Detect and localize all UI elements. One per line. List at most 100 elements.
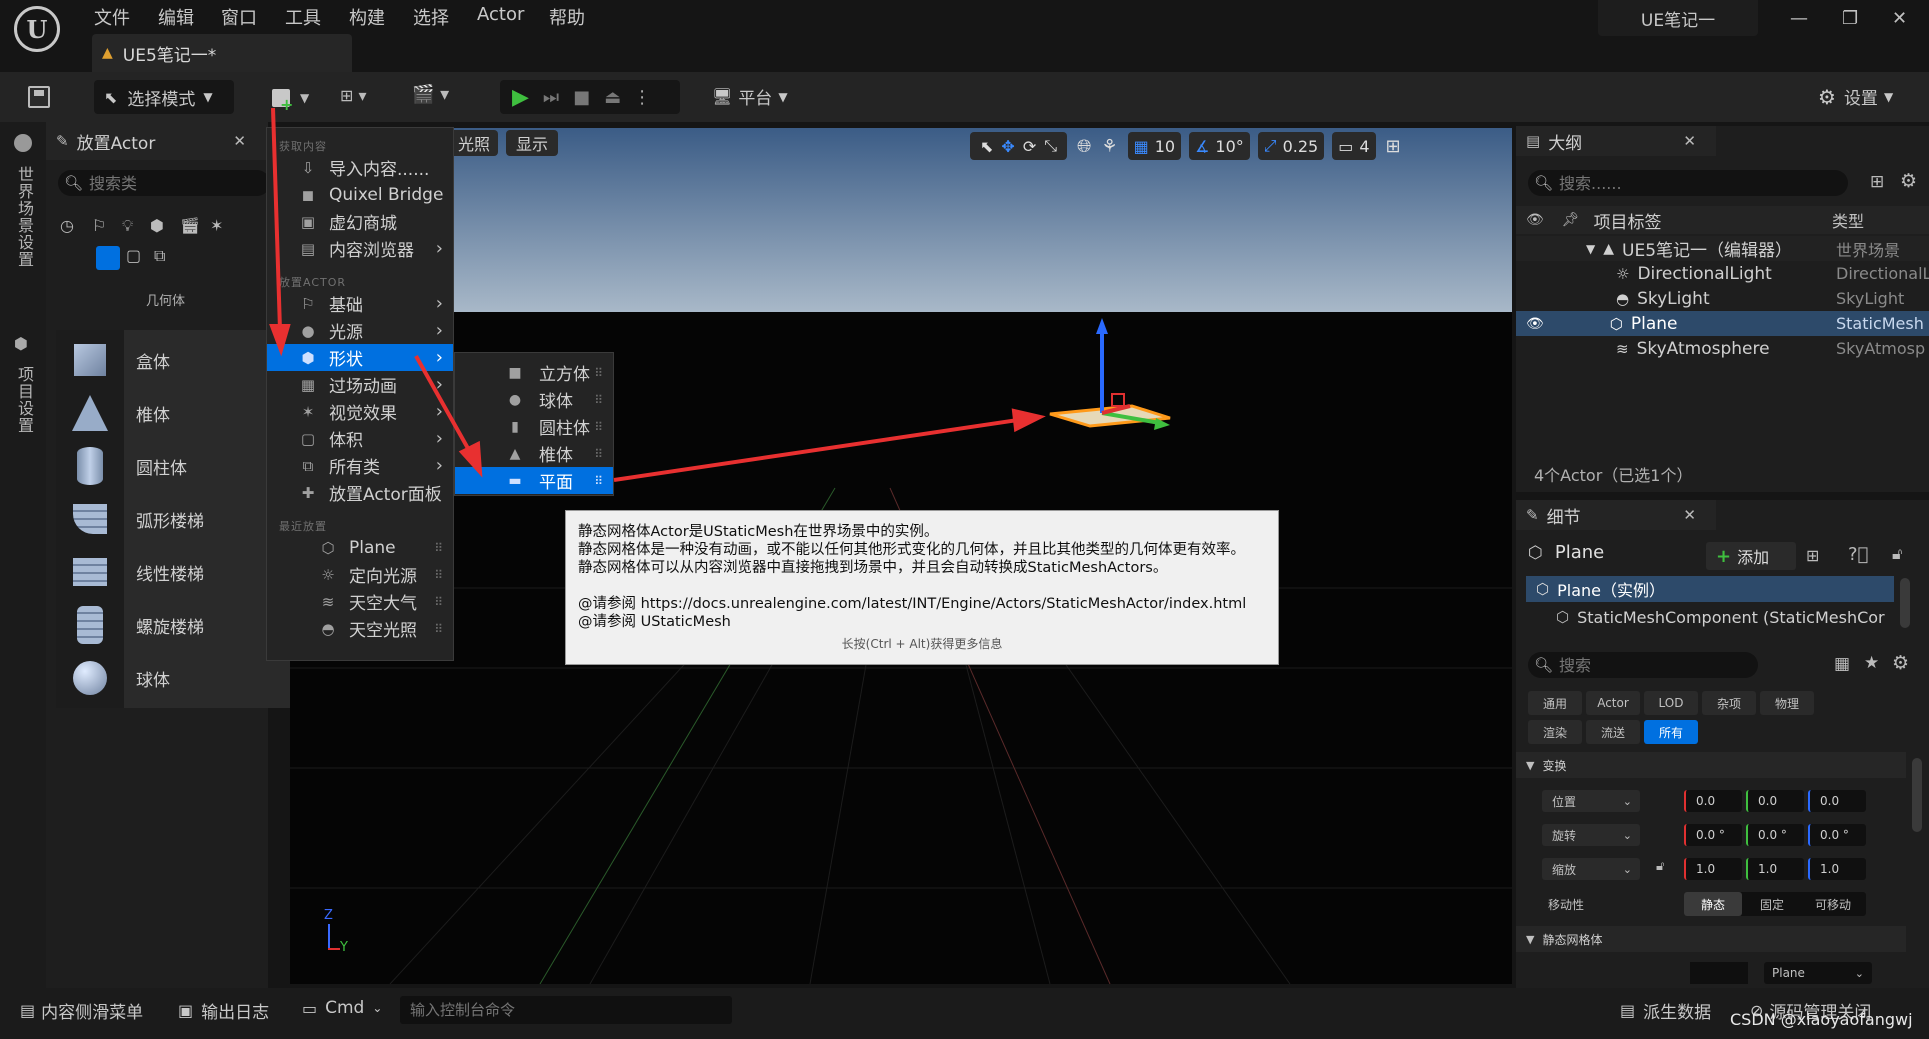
select-tool-icon[interactable]: ⬉ <box>980 137 993 156</box>
menu-all-classes[interactable]: ⧉ 所有类 › <box>267 452 453 479</box>
console-input[interactable] <box>400 996 732 1024</box>
drag-handle-icon[interactable]: ⠿ <box>594 420 603 434</box>
outliner-row-sky-atmosphere[interactable]: ≋ SkyAtmosphere SkyAtmosp <box>1516 336 1929 361</box>
drag-handle-icon[interactable]: ⠿ <box>434 622 443 636</box>
minimize-icon[interactable]: — <box>1790 8 1808 29</box>
details-scrollbar[interactable] <box>1912 758 1922 832</box>
geometry-icon[interactable] <box>96 246 120 270</box>
mobility-stationary[interactable]: 固定 <box>1742 896 1802 913</box>
menu-lights[interactable]: ● 光源 › <box>267 317 453 344</box>
shape-cylinder[interactable]: ▮ 圆柱体 ⠿ <box>455 413 613 440</box>
lock-icon[interactable]: 🔓︎ <box>1892 544 1902 564</box>
cinematics-icon[interactable]: 🎬 ▾ <box>412 84 449 105</box>
rotation-z-field[interactable]: 0.0 ° <box>1808 824 1866 846</box>
menu-select[interactable]: 选择 <box>413 4 449 30</box>
derived-data-button[interactable]: ▤ 派生数据 <box>1620 998 1711 1023</box>
table-view-icon[interactable]: ▦ <box>1834 654 1850 674</box>
filter-rendering[interactable]: 渲染 <box>1528 720 1582 744</box>
tooltip-link[interactable]: @请参阅 https://docs.unrealengine.com/lates… <box>578 595 1266 613</box>
basic-icon[interactable]: ⚐ <box>92 216 106 235</box>
close-tab-icon[interactable]: ✕ <box>1683 132 1696 150</box>
world-settings-tab[interactable]: 世界场景设置 <box>12 166 36 268</box>
filter-all[interactable]: 所有 <box>1644 720 1698 744</box>
menu-visual-effects[interactable]: ✶ 视觉效果 › <box>267 398 453 425</box>
cmd-dropdown[interactable]: ▭ Cmd ⌄ <box>302 998 382 1018</box>
step-icon[interactable]: ⏭ <box>543 87 559 108</box>
project-settings-tab[interactable]: 项目设置 <box>12 366 36 434</box>
eject-icon[interactable]: ⏏ <box>604 87 621 108</box>
visual-effects-icon[interactable]: ✶ <box>210 216 223 235</box>
menu-tools[interactable]: 工具 <box>285 4 321 30</box>
play-icon[interactable]: ▶ <box>512 85 529 110</box>
lighting-button[interactable]: 光照 <box>450 130 499 156</box>
outliner-row-directional-light[interactable]: ☼ DirectionalLight DirectionalL <box>1516 261 1929 286</box>
recent-plane[interactable]: ⬡ Plane ⠿ <box>267 534 453 561</box>
unreal-logo-icon[interactable]: U <box>14 6 60 52</box>
scale-z-field[interactable]: 1.0 <box>1808 858 1866 880</box>
filter-actor[interactable]: Actor <box>1586 691 1640 715</box>
outliner-row-plane[interactable]: 👁︎ ⬡ Plane StaticMesh <box>1516 311 1929 336</box>
section-static-mesh[interactable]: ▼ 静态网格体 <box>1516 926 1906 952</box>
rotation-y-field[interactable]: 0.0 ° <box>1746 824 1804 846</box>
details-tab[interactable]: ✎ 细节 ✕ <box>1516 500 1716 530</box>
gear-icon[interactable]: ⚙ <box>1900 170 1917 192</box>
menu-build[interactable]: 构建 <box>349 4 385 30</box>
filter-lod[interactable]: LOD <box>1644 691 1698 715</box>
menu-import-content[interactable]: ⇩ 导入内容...... <box>267 154 453 181</box>
recent-directional-light[interactable]: ☼ 定向光源 ⠿ <box>267 561 453 588</box>
grid-snap-button[interactable]: ▦ 10 <box>1127 132 1182 160</box>
menu-file[interactable]: 文件 <box>94 4 130 30</box>
close-tab-icon[interactable]: ✕ <box>1683 506 1696 524</box>
star-icon[interactable]: ★ <box>1864 653 1879 673</box>
outliner-row-world[interactable]: ▼ ▲ UE5笔记一（编辑器） 世界场景 <box>1516 236 1929 261</box>
console-command-input[interactable] <box>410 1001 720 1019</box>
surface-snap-icon[interactable]: ⚘ <box>1101 136 1117 157</box>
recent-sky-atmosphere[interactable]: ≋ 天空大气 ⠿ <box>267 588 453 615</box>
filter-streaming[interactable]: 流送 <box>1586 720 1640 744</box>
lock-icon[interactable]: 🔓︎ <box>1656 859 1664 874</box>
outliner-tab[interactable]: ▤ 大纲 ✕ <box>1516 126 1716 156</box>
col-label[interactable]: 项目标签 <box>1594 208 1662 233</box>
location-z-field[interactable]: 0.0 <box>1808 790 1866 812</box>
help-icon[interactable]: ?⃝ <box>1848 544 1868 565</box>
place-search[interactable]: 🔍︎ <box>58 170 270 196</box>
shape-sphere[interactable]: ● 球体 ⠿ <box>455 386 613 413</box>
menu-actor[interactable]: Actor <box>477 4 524 25</box>
expand-icon[interactable]: ▼ <box>1586 242 1595 256</box>
menu-shapes[interactable]: ⬢ 形状 › <box>267 344 453 371</box>
globe-icon[interactable] <box>14 134 32 152</box>
add-folder-icon[interactable]: ⊞ <box>1870 172 1884 192</box>
component-row[interactable]: ⬡ StaticMeshComponent (StaticMeshCor <box>1526 604 1894 630</box>
visibility-icon[interactable]: 👁︎ <box>1526 212 1544 228</box>
menu-basic[interactable]: ⚐ 基础 › <box>267 290 453 317</box>
menu-edit[interactable]: 编辑 <box>158 4 194 30</box>
menu-help[interactable]: 帮助 <box>549 4 585 30</box>
recent-icon[interactable]: ◷ <box>60 216 74 235</box>
output-log-button[interactable]: ▣ 输出日志 <box>178 998 269 1023</box>
scale-x-field[interactable]: 1.0 <box>1684 858 1742 880</box>
scale-tool-icon[interactable]: ⤡ <box>1044 136 1057 156</box>
camera-speed-button[interactable]: ▭ 4 <box>1332 132 1376 160</box>
scale-y-field[interactable]: 1.0 <box>1746 858 1804 880</box>
more-options-icon[interactable]: ⋮ <box>633 87 651 108</box>
cinematic-icon[interactable]: 🎬︎ <box>180 216 200 235</box>
drag-handle-icon[interactable]: ⠿ <box>594 366 603 380</box>
rotate-tool-icon[interactable]: ⟳ <box>1023 137 1036 156</box>
tooltip-link[interactable]: @请参阅 UStaticMesh <box>578 613 1266 631</box>
menu-marketplace[interactable]: ▣ 虚幻商城 <box>267 208 453 235</box>
recent-sky-light[interactable]: ◓ 天空光照 ⠿ <box>267 615 453 642</box>
menu-window[interactable]: 窗口 <box>221 4 257 30</box>
show-button[interactable]: 显示 <box>506 130 559 156</box>
visibility-icon[interactable]: 👁︎ <box>1526 316 1544 332</box>
world-space-icon[interactable]: 🌐︎ <box>1077 136 1091 157</box>
place-actor-tab[interactable]: ✎ 放置Actor ✕ <box>46 122 268 160</box>
mobility-static[interactable]: 静态 <box>1684 892 1742 916</box>
rotation-x-field[interactable]: 0.0 ° <box>1684 824 1742 846</box>
restore-icon[interactable]: ❐ <box>1842 8 1858 29</box>
light-icon[interactable]: 💡︎ <box>122 216 133 236</box>
scale-dropdown[interactable]: 缩放 ⌄ <box>1542 858 1640 880</box>
menu-quixel-bridge[interactable]: ◼ Quixel Bridge <box>267 181 453 208</box>
close-tab-icon[interactable]: ✕ <box>233 132 246 150</box>
instance-row[interactable]: ⬡ Plane（实例） <box>1526 576 1894 602</box>
col-type[interactable]: 类型 <box>1832 208 1925 232</box>
